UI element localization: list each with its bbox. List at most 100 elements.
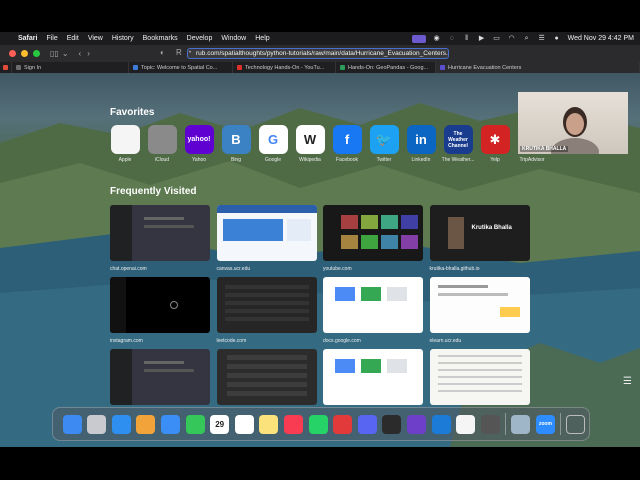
tab-geopandas[interactable]: Hands-On: GeoPandas - Goog...: [336, 62, 436, 73]
tab-youtube[interactable]: Technology Hands-On - YouTu...: [233, 62, 336, 73]
terminal-icon[interactable]: [382, 414, 402, 434]
launchpad-icon[interactable]: [87, 414, 107, 434]
frequent-site-card[interactable]: elearn.ucr.edu: [429, 277, 530, 344]
favorite-tile-icon[interactable]: ✱: [480, 125, 510, 154]
zoom-icon[interactable]: zoom: [535, 414, 555, 434]
discord-icon[interactable]: [357, 414, 377, 434]
siri-icon[interactable]: ●: [553, 35, 561, 42]
pause-icon[interactable]: ‖: [463, 35, 471, 42]
site-thumbnail[interactable]: [429, 349, 530, 405]
readwise-icon[interactable]: R: [176, 48, 182, 57]
sidebar-toggle-icon[interactable]: ▯▯: [50, 49, 59, 58]
search-icon[interactable]: ⌕: [523, 35, 531, 42]
finder-icon[interactable]: [62, 414, 82, 434]
site-thumbnail[interactable]: [110, 349, 210, 405]
address-bar[interactable]: • rub.com/spatialthoughts/python-tutoria…: [187, 48, 449, 59]
chatgpt-icon[interactable]: [480, 414, 500, 434]
favorite-icloud[interactable]: iCloud: [147, 125, 177, 163]
back-icon[interactable]: ‹: [79, 49, 82, 58]
customize-start-page-icon[interactable]: ☰: [623, 376, 632, 387]
calendar-icon[interactable]: 29: [210, 414, 230, 434]
site-thumbnail[interactable]: [323, 277, 423, 333]
favorite-tile-icon[interactable]: 🐦: [369, 125, 399, 154]
frequent-site-card[interactable]: docs.google.com: [323, 277, 423, 344]
menu-app-name[interactable]: Safari: [18, 35, 37, 42]
vscode-icon[interactable]: [431, 414, 451, 434]
site-thumbnail[interactable]: [110, 277, 210, 333]
menu-help[interactable]: Help: [255, 35, 269, 42]
frequent-site-card[interactable]: [323, 349, 423, 410]
favorite-tile-icon[interactable]: [110, 125, 140, 154]
favorite-yelp[interactable]: ✱ Yelp: [480, 125, 510, 163]
frequent-site-card[interactable]: instagram.com: [110, 277, 210, 344]
photos-icon[interactable]: [136, 414, 156, 434]
record-icon[interactable]: ◉: [433, 35, 441, 42]
site-thumbnail[interactable]: Krutika Bhalla: [429, 205, 530, 261]
site-thumbnail[interactable]: [110, 205, 210, 261]
frequent-site-card[interactable]: canvas.ucr.edu: [216, 205, 317, 272]
safari-icon[interactable]: [111, 414, 131, 434]
favorite-tile-icon[interactable]: in: [406, 125, 436, 154]
notes-icon[interactable]: [259, 414, 279, 434]
site-thumbnail[interactable]: [216, 205, 317, 261]
zoom-window-button[interactable]: [33, 50, 40, 57]
zoom-share-icon[interactable]: [411, 34, 426, 43]
favorite-tile-icon[interactable]: yahoo!: [184, 125, 214, 154]
frequent-site-card[interactable]: leetcode.com: [216, 277, 317, 344]
favorite-yahoo[interactable]: yahoo! Yahoo: [184, 125, 214, 163]
menu-file[interactable]: File: [46, 35, 57, 42]
favorite-the-weather[interactable]: The Weather Channel The Weather...: [442, 125, 474, 163]
menu-bookmarks[interactable]: Bookmarks: [143, 35, 178, 42]
chevron-down-icon[interactable]: ⌄: [62, 49, 69, 58]
menu-develop[interactable]: Develop: [187, 35, 213, 42]
favorite-bing[interactable]: B Bing: [221, 125, 251, 163]
favorite-tile-icon[interactable]: W: [295, 125, 325, 154]
chrome-icon[interactable]: [456, 414, 476, 434]
whatsapp-icon[interactable]: [308, 414, 328, 434]
music-icon[interactable]: [283, 414, 303, 434]
tab-spatial-community[interactable]: Topic: Welcome to Spatial Co...: [129, 62, 233, 73]
frequent-site-card[interactable]: [216, 349, 317, 410]
creative-cloud-icon[interactable]: ◌: [448, 35, 456, 42]
play-icon[interactable]: ▶: [478, 35, 486, 42]
reminders-icon[interactable]: [234, 414, 254, 434]
facetime-icon[interactable]: [185, 414, 205, 434]
frequent-site-card[interactable]: Krutika Bhalla krutika-bhalla.github.io: [429, 205, 530, 272]
frequent-site-card[interactable]: chat.openai.com: [110, 205, 210, 272]
frequent-site-card[interactable]: [429, 349, 530, 410]
frequent-site-card[interactable]: [110, 349, 210, 410]
app-icon[interactable]: [333, 414, 353, 434]
minimize-window-button[interactable]: [21, 50, 28, 57]
shield-icon[interactable]: ◐: [160, 48, 165, 57]
site-thumbnail[interactable]: [216, 349, 317, 405]
mail-icon[interactable]: [160, 414, 180, 434]
battery-icon[interactable]: ▭: [493, 35, 501, 42]
frequent-site-card[interactable]: youtube.com: [323, 205, 423, 272]
favorite-facebook[interactable]: f Facebook: [332, 125, 362, 163]
preview-icon[interactable]: [511, 414, 531, 434]
menu-history[interactable]: History: [112, 35, 134, 42]
site-thumbnail[interactable]: [216, 277, 317, 333]
github-icon[interactable]: [406, 414, 426, 434]
site-thumbnail[interactable]: [323, 349, 423, 405]
favorite-google[interactable]: G Google: [258, 125, 288, 163]
tab-sign-in[interactable]: Sign In: [12, 62, 129, 73]
wifi-icon[interactable]: ◠: [508, 35, 516, 42]
favorite-tile-icon[interactable]: B: [221, 125, 251, 154]
favorite-tile-icon[interactable]: f: [332, 125, 362, 154]
menu-window[interactable]: Window: [221, 35, 246, 42]
favorite-tile-icon[interactable]: G: [258, 125, 288, 154]
favorite-wikipedia[interactable]: W Wikipedia: [295, 125, 325, 163]
tab-hurricane-centers[interactable]: Hurricane Evacuation Centers: [436, 62, 640, 73]
site-thumbnail[interactable]: [323, 205, 423, 261]
address-bar-text[interactable]: rub.com/spatialthoughts/python-tutorials…: [188, 50, 448, 57]
favorite-tile-icon[interactable]: The Weather Channel: [443, 125, 473, 154]
favorite-linkedin[interactable]: in LinkedIn: [406, 125, 436, 163]
trash-icon[interactable]: [566, 414, 586, 434]
forward-icon[interactable]: ›: [87, 49, 90, 58]
favorite-twitter[interactable]: 🐦 Twitter: [369, 125, 399, 163]
favorite-apple[interactable]: Apple: [110, 125, 140, 163]
favorite-tile-icon[interactable]: [147, 125, 177, 154]
control-center-icon[interactable]: ☰: [538, 35, 546, 42]
site-thumbnail[interactable]: [429, 277, 530, 333]
